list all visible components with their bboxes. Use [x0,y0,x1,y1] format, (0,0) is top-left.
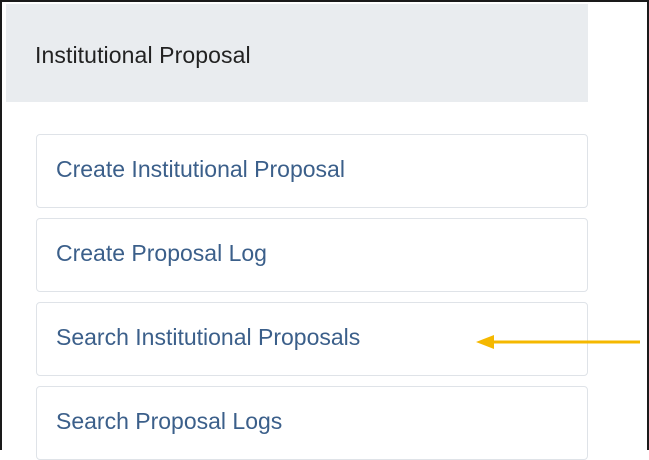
create-institutional-proposal-link[interactable]: Create Institutional Proposal [36,134,588,208]
screenshot-frame: Institutional Proposal Create Institutio… [0,0,649,460]
institutional-proposal-panel: Institutional Proposal Create Institutio… [6,4,588,460]
search-proposal-logs-link[interactable]: Search Proposal Logs [36,386,588,460]
panel-header: Institutional Proposal [6,4,588,102]
menu-item-label: Search Proposal Logs [56,408,283,434]
menu-item-label: Search Institutional Proposals [56,324,361,350]
left-arrow-icon [476,335,640,349]
panel-title: Institutional Proposal [35,42,251,68]
menu-item-label: Create Proposal Log [56,240,267,266]
create-proposal-log-link[interactable]: Create Proposal Log [36,218,588,292]
menu-item-label: Create Institutional Proposal [56,156,345,182]
